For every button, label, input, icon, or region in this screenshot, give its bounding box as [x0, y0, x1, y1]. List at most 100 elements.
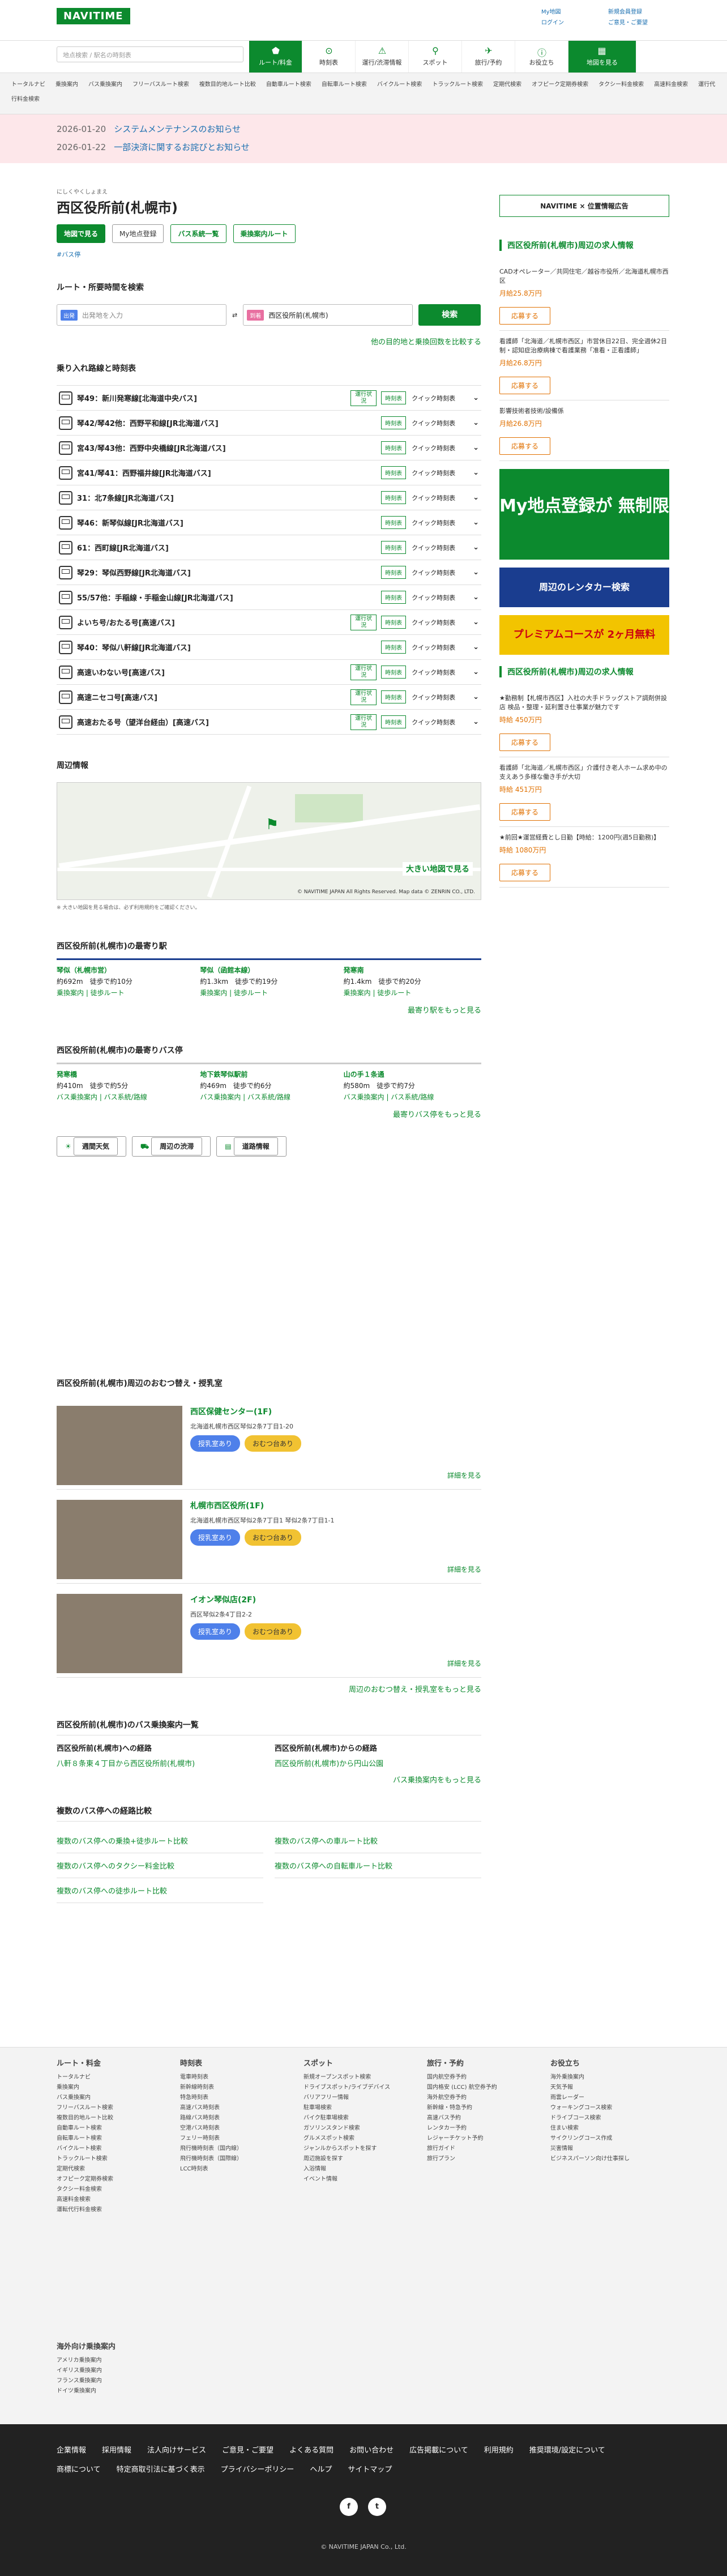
footer-link[interactable]: 乗換案内: [57, 2083, 113, 2093]
footer-bottom-link[interactable]: よくある質問: [289, 2446, 333, 2455]
nearby-links[interactable]: バス乗換案内 | バス系統/路線: [344, 1091, 481, 1103]
footer-link[interactable]: 海外乗換案内: [550, 2072, 630, 2083]
timetable-button[interactable]: 時刻表: [381, 416, 407, 429]
detail-link[interactable]: 詳細を見る: [447, 1658, 481, 1668]
footer-link[interactable]: フリーバスルート検索: [57, 2103, 113, 2113]
line-name[interactable]: 琴49：新川発寒線[北海道中央バス]: [77, 393, 350, 403]
footer-bottom-link[interactable]: 広告掲載について: [409, 2446, 468, 2455]
job-description[interactable]: CADオペレーター／共同住宅／越谷市役所／北海道札幌市西区: [499, 267, 669, 285]
chevron-down-icon[interactable]: ⌄: [473, 443, 479, 452]
line-row[interactable]: 琴49：新川発寒線[北海道中央バス] 運行状況 時刻表 クイック時刻表 ⌄: [57, 386, 481, 411]
footer-link[interactable]: 飛行機時刻表（国際線）: [180, 2154, 242, 2164]
footer-bottom-link[interactable]: ご意見・ご要望: [222, 2446, 273, 2455]
timetable-button[interactable]: 時刻表: [381, 591, 407, 604]
footer-link[interactable]: トラックルート検索: [57, 2154, 113, 2164]
footer-link[interactable]: 高速バス予約: [427, 2113, 497, 2123]
footer-link[interactable]: 新規オープンスポット検索: [303, 2072, 390, 2083]
footer-bottom-link[interactable]: 商標について: [57, 2466, 101, 2474]
nav-useful[interactable]: ⓘ お役立ち: [515, 41, 568, 72]
myspot-ad[interactable]: My地点登録が 無制限: [499, 469, 669, 560]
footer-link[interactable]: オフピーク定期券検索: [57, 2174, 113, 2185]
rentacar-ad[interactable]: 周辺のレンタカー検索: [499, 568, 669, 607]
facility-name[interactable]: イオン琴似店(2F): [190, 1594, 306, 1605]
footer-bottom-link[interactable]: サイトマップ: [348, 2466, 392, 2474]
line-row[interactable]: 31：北7条線[JR北海道バス] 時刻表 クイック時刻表 ⌄: [57, 485, 481, 510]
register-link[interactable]: 新規会員登録: [608, 7, 670, 15]
facility-name[interactable]: 西区保健センター(1F): [190, 1406, 306, 1417]
status-button[interactable]: 運行状況: [350, 614, 377, 630]
footer-link[interactable]: 周辺施設を探す: [303, 2154, 390, 2164]
subnav-item[interactable]: 複数目的地ルート比較: [199, 82, 256, 88]
footer-bottom-link[interactable]: プライバシーポリシー: [221, 2466, 294, 2474]
status-button[interactable]: 運行状況: [350, 390, 377, 406]
footer-link[interactable]: 特急時刻表: [180, 2093, 242, 2103]
footer-link[interactable]: バイク駐車場検索: [303, 2113, 390, 2123]
footer-link[interactable]: 運転代行料金検索: [57, 2205, 113, 2215]
footer-link[interactable]: 住まい検索: [550, 2123, 630, 2134]
job-description[interactable]: 影響技術者技術/設備係: [499, 406, 669, 415]
footer-link[interactable]: ビジネスパーソン向け仕事探し: [550, 2154, 630, 2164]
view-map-button[interactable]: 地図で見る: [57, 224, 106, 243]
footer-link[interactable]: 入浴情報: [303, 2164, 390, 2174]
footer-bottom-link[interactable]: 法人向けサービス: [147, 2446, 206, 2455]
nearby-links[interactable]: バス乗換案内 | バス系統/路線: [57, 1091, 194, 1103]
footer-bottom-link[interactable]: お問い合わせ: [349, 2446, 394, 2455]
nearby-links[interactable]: 乗換案内 | 徒歩ルート: [344, 987, 481, 999]
footer-link[interactable]: イベント情報: [303, 2174, 390, 2185]
footer-link[interactable]: バイクルート検索: [57, 2144, 113, 2154]
traffic-jam-button[interactable]: ⛟ 周辺の渋滞: [131, 1136, 211, 1157]
footer-link[interactable]: 定期代検索: [57, 2164, 113, 2174]
footer-link[interactable]: ドライブスポット/ライブデバイス: [303, 2083, 390, 2093]
compare-link[interactable]: 複数のバス停への車ルート比較: [275, 1828, 481, 1853]
overseas-link[interactable]: イギリス乗換案内: [57, 2366, 116, 2376]
line-name[interactable]: 琴40：琴似八軒線[JR北海道バス]: [77, 642, 381, 652]
footer-link[interactable]: 路線バス時刻表: [180, 2113, 242, 2123]
facility-name[interactable]: 札幌市西区役所(1F): [190, 1500, 334, 1511]
quick-timetable-link[interactable]: クイック時刻表: [412, 718, 473, 727]
quick-timetable-link[interactable]: クイック時刻表: [412, 668, 473, 677]
footer-link[interactable]: 新幹線時刻表: [180, 2083, 242, 2093]
premium-ad[interactable]: プレミアムコースが 2ヶ月無料: [499, 615, 669, 655]
timetable-button[interactable]: 時刻表: [381, 466, 407, 479]
nearby-name[interactable]: 発寒橋: [57, 1069, 194, 1080]
subnav-item[interactable]: 定期代検索: [493, 82, 521, 88]
line-row[interactable]: 61：西町線[JR北海道バス] 時刻表 クイック時刻表 ⌄: [57, 535, 481, 560]
chevron-down-icon[interactable]: ⌄: [473, 518, 479, 527]
nearby-name[interactable]: 山の手１条通: [344, 1069, 481, 1080]
timetable-button[interactable]: 時刻表: [381, 616, 407, 629]
chevron-down-icon[interactable]: ⌄: [473, 568, 479, 577]
status-button[interactable]: 運行状況: [350, 689, 377, 705]
line-row[interactable]: 55/57他：手稲線・手稲金山線[JR北海道バス] 時刻表 クイック時刻表 ⌄: [57, 585, 481, 610]
my-spot-button[interactable]: My地点登録: [112, 224, 164, 243]
line-name[interactable]: 高速いわない号[高速バス]: [77, 667, 350, 677]
line-name[interactable]: 61：西町線[JR北海道バス]: [77, 542, 381, 553]
nearby-name[interactable]: 琴似（函館本線）: [200, 965, 337, 976]
footer-link[interactable]: レジャーチケット予約: [427, 2134, 497, 2144]
quick-timetable-link[interactable]: クイック時刻表: [412, 493, 473, 502]
footer-bottom-link[interactable]: 利用規約: [484, 2446, 514, 2455]
job-description[interactable]: 看護師「北海道／札幌市西区」介護付き老人ホーム求め中の支えあう多様な働き手が大切: [499, 763, 669, 781]
nearby-links[interactable]: バス乗換案内 | バス系統/路線: [200, 1091, 337, 1103]
timetable-button[interactable]: 時刻表: [381, 690, 407, 703]
subnav-item[interactable]: タクシー料金検索: [598, 82, 644, 88]
line-name[interactable]: 宮41/琴41：西野福井線[JR北海道バス]: [77, 467, 381, 478]
timetable-button[interactable]: 時刻表: [381, 715, 407, 728]
footer-link[interactable]: サイクリングコース作成: [550, 2134, 630, 2144]
overseas-link[interactable]: ドイツ乗換案内: [57, 2386, 116, 2396]
nearby-links[interactable]: 乗換案内 | 徒歩ルート: [200, 987, 337, 999]
timetable-button[interactable]: 時刻表: [381, 491, 407, 504]
chevron-down-icon[interactable]: ⌄: [473, 643, 479, 651]
apply-button[interactable]: 応募する: [499, 733, 551, 751]
chevron-down-icon[interactable]: ⌄: [473, 718, 479, 726]
notice-text[interactable]: 一部決済に関するお詫びとお知らせ: [114, 142, 250, 152]
from-route-item[interactable]: 西区役所前(札幌市)から円山公園: [275, 1760, 383, 1768]
timetable-button[interactable]: 時刻表: [381, 391, 407, 404]
line-row[interactable]: よいち号/おたる号[高速バス] 運行状況 時刻表 クイック時刻表 ⌄: [57, 610, 481, 635]
footer-link[interactable]: 天気予報: [550, 2083, 630, 2093]
job-description[interactable]: 看護師「北海道／札幌市西区」市営休日22日、完全週休2日制・認知症治療病棟で看護…: [499, 336, 669, 355]
line-row[interactable]: 琴46：新琴似線[JR北海道バス] 時刻表 クイック時刻表 ⌄: [57, 510, 481, 535]
more-stations-link[interactable]: 最寄り駅をもっと見る: [57, 1004, 481, 1015]
weekly-weather-button[interactable]: ☀ 週間天気: [57, 1136, 126, 1157]
job-description[interactable]: ★前回★運営経費とし日勤【時給：1200円(週5日勤務)】: [499, 833, 669, 842]
footer-bottom-link[interactable]: 推奨環境/設定について: [529, 2446, 605, 2455]
